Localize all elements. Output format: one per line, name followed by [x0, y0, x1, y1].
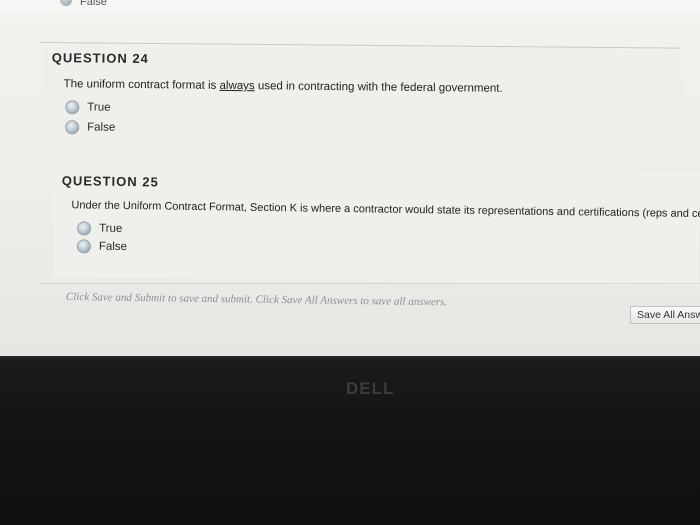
- radio-icon[interactable]: [76, 239, 91, 254]
- question-24-option-true[interactable]: True: [65, 100, 111, 115]
- previous-false-radio[interactable]: [60, 0, 72, 6]
- option-label: False: [98, 240, 128, 254]
- bezel-edge: [0, 356, 700, 360]
- question-24-title: QUESTION 24: [51, 50, 149, 67]
- question-25-text: Under the Uniform Contract Format, Secti…: [71, 199, 700, 221]
- previous-false-label: False: [80, 0, 107, 8]
- radio-icon[interactable]: [77, 221, 92, 236]
- question-24-text-emphasis: always: [219, 79, 255, 93]
- question-25-option-true[interactable]: True: [77, 221, 122, 236]
- question-25-title: QUESTION 25: [61, 173, 159, 190]
- brand-logo: DELL: [346, 379, 395, 398]
- question-24-option-false[interactable]: False: [65, 120, 115, 135]
- footer-divider: [40, 283, 700, 284]
- option-label: True: [99, 222, 123, 235]
- question-25-block: QUESTION 25 Under the Uniform Contract F…: [52, 165, 700, 287]
- question-24-block: QUESTION 24 The uniform contract format …: [42, 44, 684, 169]
- question-24-text: The uniform contract format is always us…: [64, 78, 503, 95]
- radio-icon[interactable]: [65, 120, 80, 135]
- option-label: False: [87, 121, 116, 134]
- radio-icon[interactable]: [65, 100, 80, 115]
- question-24-text-end: used in contracting with the federal gov…: [254, 80, 503, 95]
- question-24-text-start: The uniform contract format is: [63, 78, 220, 92]
- option-label: True: [87, 101, 111, 114]
- previous-question-tail: False: [0, 0, 700, 12]
- save-all-answers-button[interactable]: Save All Answ: [630, 306, 700, 324]
- submit-instructions: Click Save and Submit to save and submit…: [65, 291, 448, 309]
- browser-viewport: False QUESTION 24 The uniform contract f…: [0, 0, 700, 360]
- question-25-option-false[interactable]: False: [76, 239, 128, 254]
